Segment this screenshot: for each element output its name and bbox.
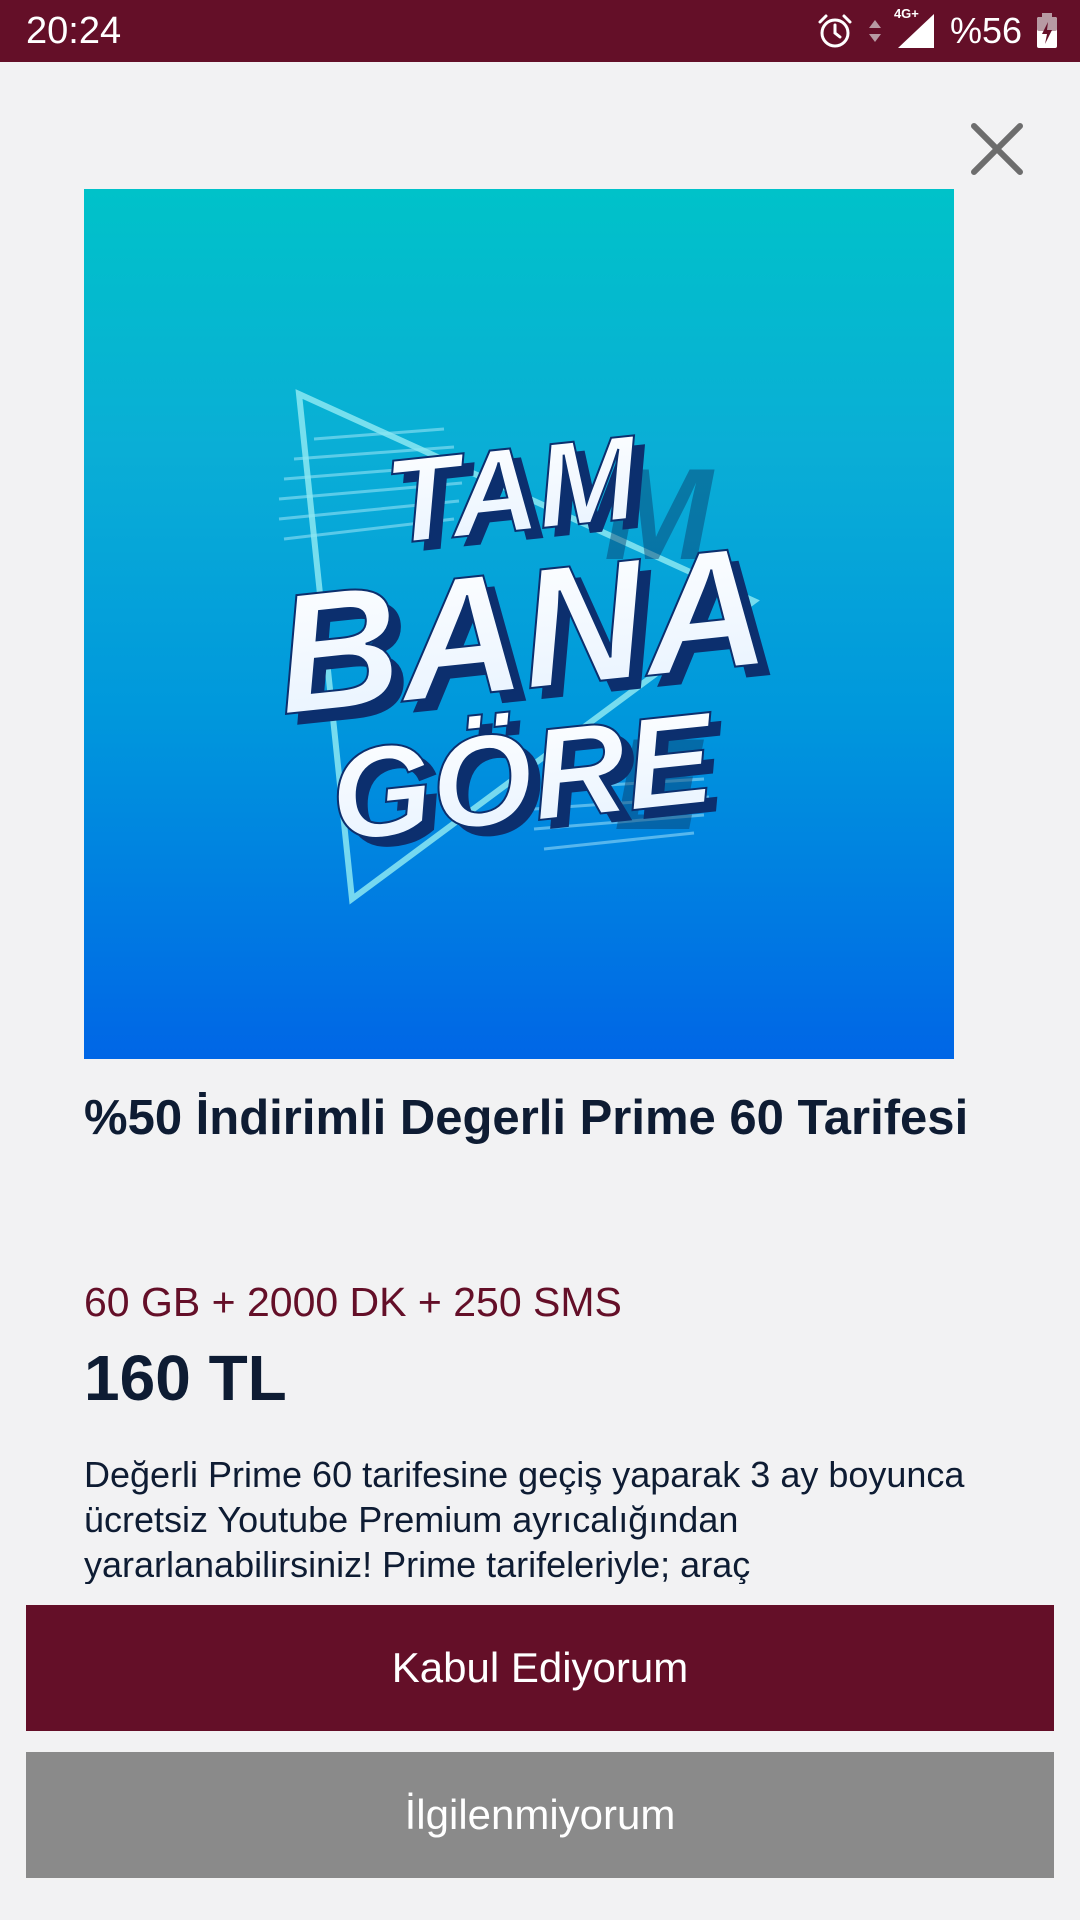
accept-button-label: Kabul Ediyorum xyxy=(391,1644,689,1691)
package-details: 60 GB + 2000 DK + 250 SMS xyxy=(84,1279,622,1325)
promo-artwork: M E TAM TAM BANA BANA GÖRE GÖRE xyxy=(266,389,787,905)
network-type-label: 4G+ xyxy=(893,6,919,21)
decline-button[interactable]: İlgilenmiyorum xyxy=(26,1752,1054,1878)
close-icon xyxy=(970,122,1024,181)
alarm-icon xyxy=(816,12,854,50)
promo-banner-image: M E TAM TAM BANA BANA GÖRE GÖRE xyxy=(84,189,954,1059)
status-icons: 4G+ %56 xyxy=(816,6,1058,54)
data-arrows-icon xyxy=(868,14,882,48)
accept-button[interactable]: Kabul Ediyorum xyxy=(26,1605,1054,1731)
offer-description: Değerli Prime 60 tarifesine geçiş yapara… xyxy=(84,1454,965,1584)
status-time: 20:24 xyxy=(26,10,122,52)
status-bar: 20:24 4G+ %56 xyxy=(0,0,1080,62)
offer-title: %50 İndirimli Degerli Prime 60 Tarifesi xyxy=(84,1091,969,1145)
offer-price: 160 TL xyxy=(84,1342,287,1414)
signal-icon: 4G+ xyxy=(894,6,936,50)
close-button[interactable] xyxy=(962,116,1032,186)
battery-percentage: %56 xyxy=(949,10,1022,51)
decline-button-label: İlgilenmiyorum xyxy=(404,1791,676,1838)
battery-charging-icon xyxy=(1036,13,1058,49)
